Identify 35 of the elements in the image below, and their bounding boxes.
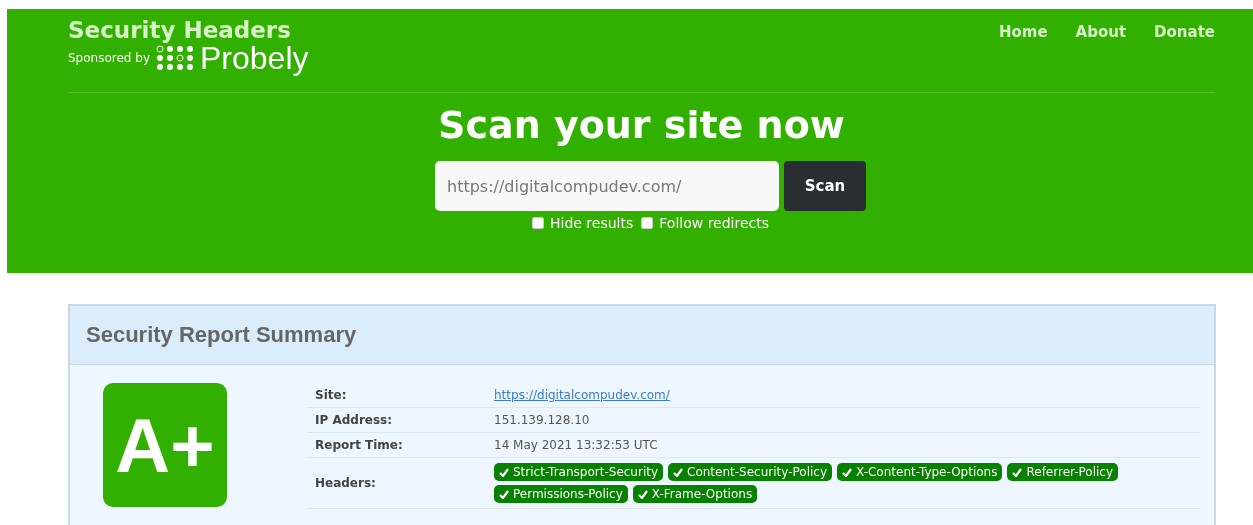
badge-label: Content-Security-Policy	[687, 465, 827, 479]
checkbox[interactable]	[641, 217, 654, 229]
dots-logo-icon	[156, 45, 194, 71]
badge-label: Strict-Transport-Security	[513, 465, 659, 479]
check-icon	[499, 467, 509, 477]
badge-label: Permissions-Policy	[513, 487, 623, 501]
grade-badge: A+	[103, 383, 227, 507]
checkbox-label[interactable]: Hide results	[550, 215, 634, 231]
row-value: 151.139.128.10	[494, 413, 590, 427]
nav-link[interactable]: Home	[998, 23, 1048, 41]
row-label: Headers:	[307, 457, 486, 509]
check-icon	[637, 489, 648, 499]
checkbox-label[interactable]: Follow redirects	[659, 215, 769, 231]
site-title[interactable]: Security Headers	[68, 17, 309, 43]
checkbox[interactable]	[532, 217, 544, 229]
scan-button[interactable]: Scan	[784, 161, 866, 211]
card-header: Security Report Summary	[70, 306, 1214, 365]
row-label: Report Time:	[307, 432, 486, 458]
check-icon	[673, 467, 684, 477]
badge-label: X-Frame-Options	[651, 487, 753, 501]
row-value: 14 May 2021 13:32:53 UTC	[494, 438, 658, 452]
scan-heading: Scan your site now	[437, 103, 846, 147]
badge-label: X-Content-Type-Options	[856, 465, 998, 479]
row-label: Site:	[307, 383, 486, 408]
check-icon	[842, 467, 852, 477]
row-label: IP Address:	[307, 407, 486, 433]
sponsor-logo-text[interactable]: Probely	[200, 41, 309, 75]
badge-label: Referrer-Policy	[1026, 465, 1114, 479]
nav-link[interactable]: Donate	[1154, 23, 1215, 41]
sponsor-label: Sponsored by	[68, 51, 150, 65]
site-link[interactable]: https://digitalcompudev.com/	[494, 388, 670, 402]
nav-link[interactable]: About	[1075, 23, 1127, 41]
url-field[interactable]: https://digitalcompudev.com/	[435, 161, 779, 211]
check-icon	[499, 489, 509, 499]
check-icon	[1012, 467, 1023, 477]
